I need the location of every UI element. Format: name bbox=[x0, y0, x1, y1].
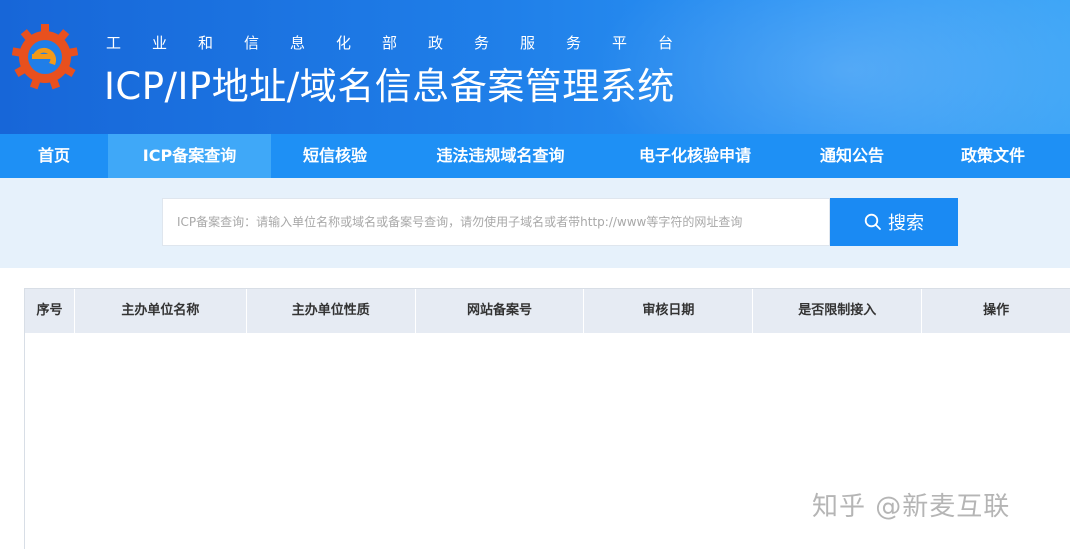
column-header-org-type: 主办单位性质 bbox=[247, 289, 416, 333]
column-header-review-date: 审核日期 bbox=[584, 289, 754, 333]
search-button-label: 搜索 bbox=[888, 213, 924, 234]
page-title: ICP/IP地址/域名信息备案管理系统 bbox=[104, 65, 675, 108]
table-header: 序号 主办单位名称 主办单位性质 网站备案号 审核日期 是否限制接入 操作 bbox=[25, 289, 1070, 333]
column-header-index: 序号 bbox=[25, 289, 75, 333]
watermark: 知乎 @新麦互联 bbox=[812, 492, 1011, 522]
column-header-record-number: 网站备案号 bbox=[416, 289, 585, 333]
nav-item-illegal-domain-query[interactable]: 违法违规域名查询 bbox=[399, 134, 602, 178]
main-nav: 首页 ICP备案查询 短信核验 违法违规域名查询 电子化核验申请 通知公告 政策… bbox=[0, 134, 1070, 178]
search-band: 搜索 bbox=[0, 178, 1070, 268]
column-header-org-name: 主办单位名称 bbox=[75, 289, 247, 333]
nav-item-icp-query[interactable]: ICP备案查询 bbox=[108, 134, 271, 178]
nav-item-e-verify-apply[interactable]: 电子化核验申请 bbox=[602, 134, 788, 178]
column-header-access-restricted: 是否限制接入 bbox=[753, 289, 923, 333]
search-button[interactable]: 搜索 bbox=[830, 198, 958, 246]
search-icon bbox=[864, 213, 881, 230]
nav-item-policy-docs[interactable]: 政策文件 bbox=[916, 134, 1070, 178]
nav-item-sms-verify[interactable]: 短信核验 bbox=[271, 134, 399, 178]
miit-gear-logo-icon[interactable] bbox=[12, 20, 78, 94]
search-input[interactable] bbox=[162, 198, 830, 246]
column-header-actions: 操作 bbox=[983, 303, 1010, 318]
platform-subtitle: 工业和信息化部政务服务平台 bbox=[106, 34, 705, 52]
nav-item-home[interactable]: 首页 bbox=[0, 134, 108, 178]
site-header: 工业和信息化部政务服务平台 ICP/IP地址/域名信息备案管理系统 bbox=[0, 0, 1070, 134]
nav-item-notices[interactable]: 通知公告 bbox=[788, 134, 916, 178]
